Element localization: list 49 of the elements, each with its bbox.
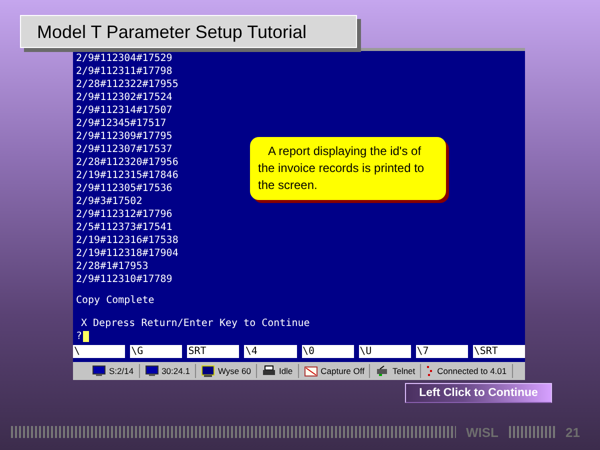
- report-line: 2/9#3#17502: [76, 195, 142, 208]
- terminal-icon: [200, 365, 215, 377]
- taskbar-item[interactable]: Wyse 60: [196, 364, 257, 378]
- taskbar-item[interactable]: Telnet: [370, 364, 422, 378]
- report-line: 2/19#112316#17538: [76, 234, 178, 247]
- report-line: 2/19#112318#17904: [76, 247, 178, 260]
- function-key[interactable]: SRT: [187, 345, 240, 358]
- stripe-decoration: [508, 426, 556, 438]
- report-line: 2/9#112311#17798: [76, 65, 172, 78]
- page-number: 21: [566, 424, 580, 440]
- function-key[interactable]: \SRT: [472, 345, 525, 358]
- callout-note: A report displaying the id's of the invoice records is printed to the screen.: [250, 137, 446, 200]
- taskbar-item[interactable]: Idle: [256, 364, 299, 378]
- prompt-message: X Depress Return/Enter Key to Continue: [80, 317, 310, 330]
- function-key[interactable]: \G: [130, 345, 182, 358]
- connection-icon: [426, 365, 434, 377]
- report-line: 2/9#112304#17529: [76, 52, 172, 65]
- report-line: 2/9#112312#17796: [76, 208, 172, 221]
- function-key[interactable]: \: [73, 345, 126, 358]
- report-line: 2/9#112305#17536: [76, 182, 172, 195]
- report-line: 2/9#12345#17517: [76, 117, 166, 130]
- report-line: 2/9#112302#17524: [76, 91, 172, 104]
- report-line: 2/28#112322#17955: [76, 78, 178, 91]
- brand-text: WISL: [466, 424, 498, 440]
- taskbar-item[interactable]: S:2/14: [87, 364, 140, 378]
- taskbar-item[interactable]: Capture Off: [298, 364, 370, 378]
- capture-icon: [304, 365, 318, 377]
- function-key[interactable]: \U: [358, 345, 411, 358]
- report-line: 2/5#112373#17541: [76, 221, 172, 234]
- report-line: 2/9#112314#17507: [76, 104, 172, 117]
- continue-button[interactable]: Left Click to Continue: [405, 383, 552, 403]
- function-key[interactable]: \0: [302, 345, 354, 358]
- taskbar-item[interactable]: Connected to 4.01: [421, 364, 513, 378]
- network-icon: [375, 365, 390, 377]
- text-cursor: [83, 331, 90, 342]
- report-line: 2/28#1#17953: [76, 260, 148, 273]
- status-text: Copy Complete: [76, 294, 154, 307]
- report-line: 2/19#112315#17846: [76, 169, 178, 182]
- printer-icon: [262, 365, 276, 377]
- function-key[interactable]: \7: [416, 345, 468, 358]
- report-line: 2/9#112310#17789: [76, 273, 172, 286]
- monitor-icon: [144, 365, 159, 377]
- prompt-text: ?: [76, 330, 82, 343]
- function-key[interactable]: \4: [244, 345, 296, 358]
- monitor-icon: [92, 365, 106, 377]
- taskbar-item[interactable]: 30:24.1: [140, 364, 196, 378]
- report-line: 2/9#112307#17537: [76, 143, 172, 156]
- report-line: 2/9#112309#17795: [76, 130, 172, 143]
- report-line: 2/28#112320#17956: [76, 156, 178, 169]
